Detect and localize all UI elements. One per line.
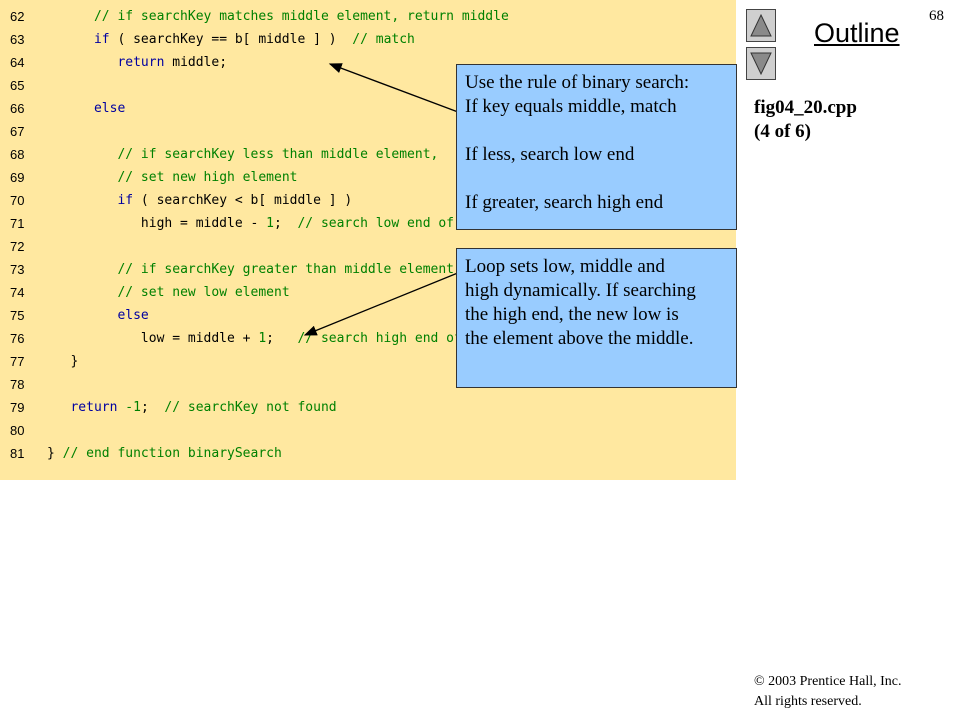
copyright: © 2003 Prentice Hall, Inc.: [754, 674, 902, 689]
callout-line: Use the rule of binary search:: [465, 72, 690, 93]
callout-line: If key equals middle, match: [465, 96, 677, 117]
up-triangle-icon: [750, 13, 772, 37]
down-triangle-icon: [750, 52, 772, 76]
callout-loop-explanation: Loop sets low, middle and high dynamicall…: [456, 248, 737, 388]
callout-line: Loop sets low, middle and: [465, 256, 665, 277]
callout-line: [465, 119, 728, 143]
callout-line: [465, 167, 728, 191]
callout-line: the element above the middle.: [465, 328, 694, 349]
previous-slide-button[interactable]: [746, 9, 776, 42]
callout-line: the high end, the new low is: [465, 304, 679, 325]
pointer-arrow-low: [303, 267, 471, 336]
rights-reserved: All rights reserved.: [754, 694, 862, 709]
callout-line: high dynamically. If searching: [465, 280, 696, 301]
callout-line: If less, search low end: [465, 144, 635, 165]
outline-link[interactable]: Outline: [814, 18, 900, 49]
callout-line: If greater, search high end: [465, 192, 664, 213]
slide-number: 68: [929, 8, 944, 24]
pointer-arrow-match: [328, 63, 459, 113]
file-part: (4 of 6): [754, 121, 811, 142]
callout-binary-search-rule: Use the rule of binary search: If key equ…: [456, 64, 737, 230]
next-slide-button[interactable]: [746, 47, 776, 80]
file-name: fig04_20.cpp: [754, 97, 857, 118]
